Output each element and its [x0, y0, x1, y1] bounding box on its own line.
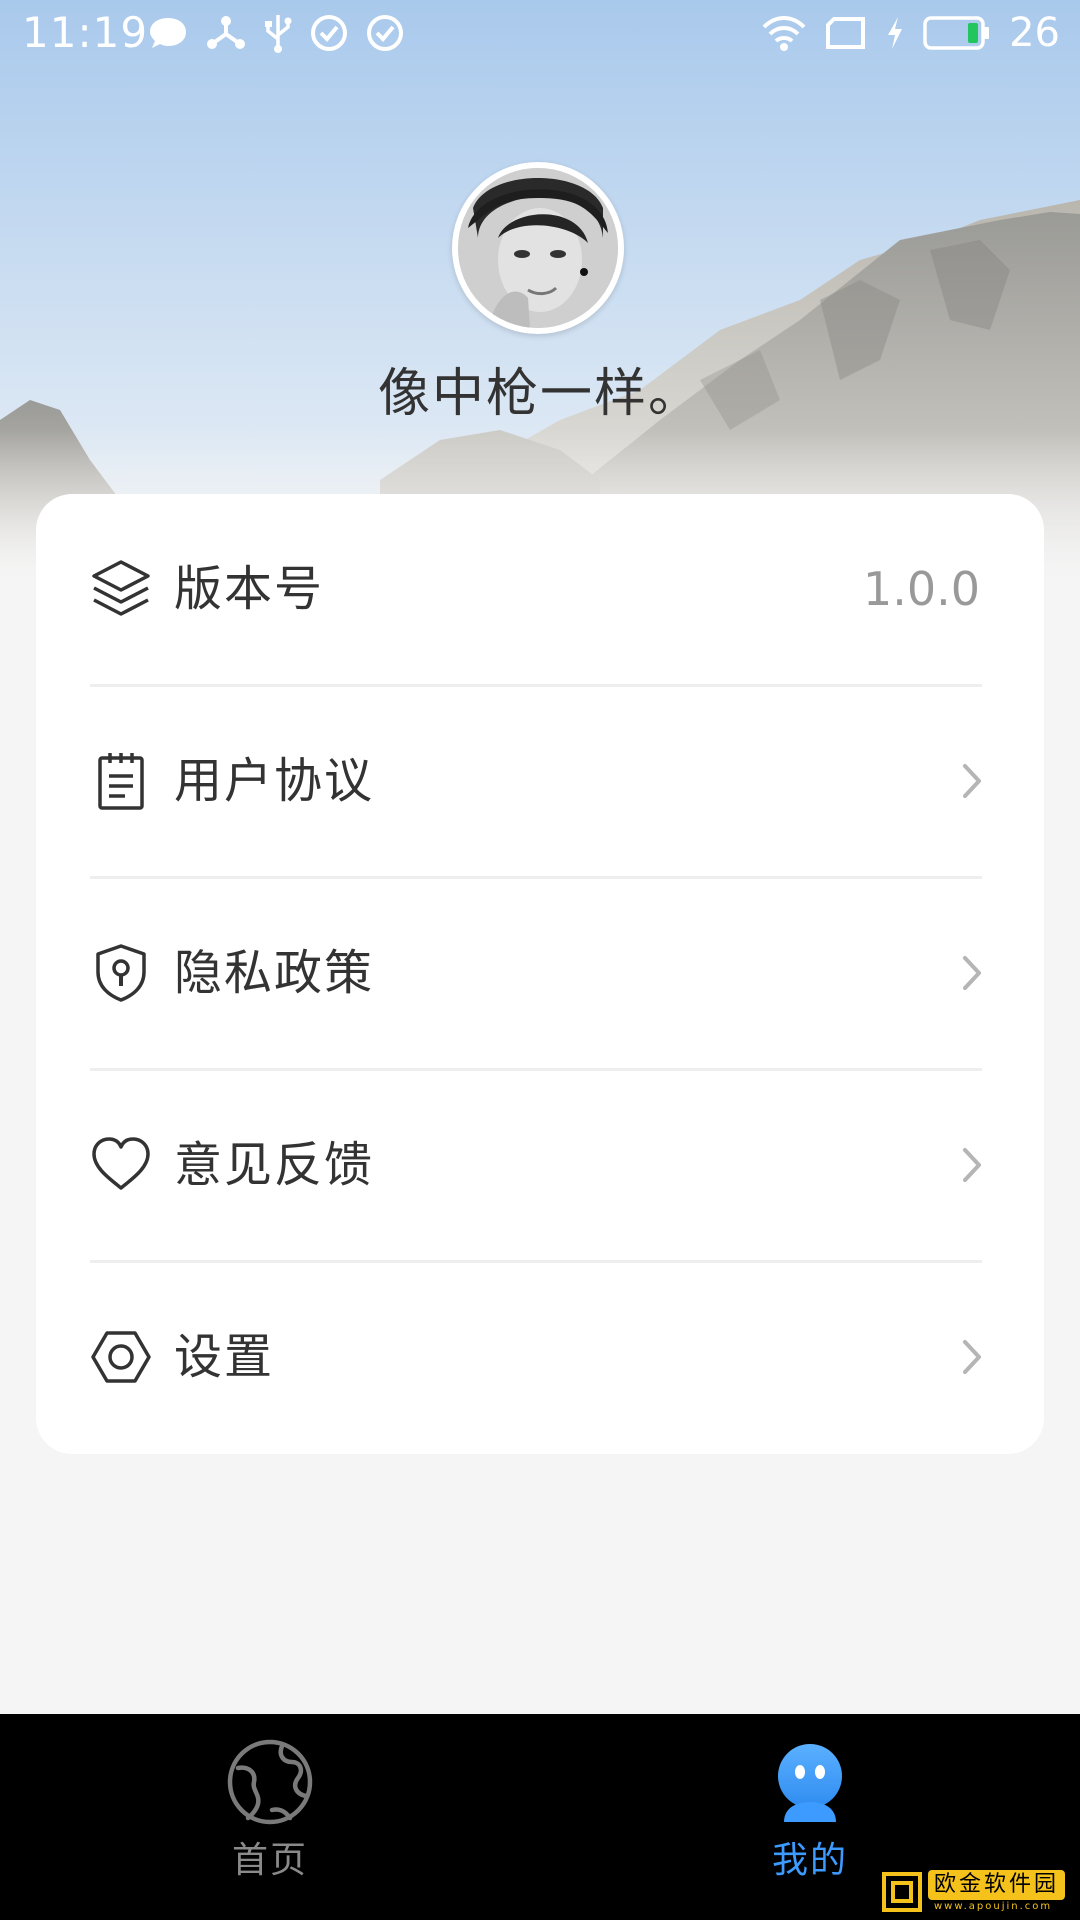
document-icon: [98, 753, 144, 810]
avatar-portrait-image: [458, 168, 618, 328]
watermark-text: 欧金软件园: [928, 1870, 1066, 1900]
version-value: 1.0.0: [862, 562, 980, 616]
shield-keyhole-icon: [96, 944, 146, 1002]
chevron-right-icon: [963, 1148, 981, 1182]
menu-item-privacy-policy[interactable]: 隐私政策: [36, 878, 1044, 1068]
wifi-icon: [762, 16, 806, 51]
status-notification-icons: [148, 12, 404, 54]
layers-icon: [92, 560, 150, 616]
sim-card-icon: [826, 17, 866, 49]
menu-item-label: 意见反馈: [174, 1137, 375, 1193]
status-bar: 11:19 26: [0, 0, 1080, 66]
check-circle-icon: [367, 15, 403, 51]
watermark-subtext: www.apoujin.com: [934, 1901, 1053, 1912]
chevron-right-icon: [963, 764, 981, 798]
battery-percent: 26: [1009, 10, 1060, 56]
settings-menu-card: 版本号 1.0.0 用户协议 隐私政策 意见反馈 设置: [36, 494, 1044, 1454]
watermark-logo: 欧金软件园 www.apoujin.com: [882, 1870, 1076, 1916]
chat-bubble-icon: [150, 18, 186, 48]
menu-item-version: 版本号 1.0.0: [36, 494, 1044, 684]
menu-item-label: 隐私政策: [174, 945, 375, 1001]
chevron-right-icon: [963, 1340, 981, 1374]
status-time: 11:19: [22, 8, 149, 57]
check-circle-icon: [311, 15, 347, 51]
battery-icon: [923, 16, 990, 50]
menu-item-label: 设置: [174, 1329, 275, 1385]
chevron-right-icon: [963, 956, 981, 990]
menu-item-settings[interactable]: 设置: [36, 1262, 1044, 1452]
menu-item-label: 用户协议: [174, 753, 375, 809]
charging-bolt-icon: [888, 17, 903, 49]
globe-icon: [227, 1739, 313, 1825]
username: 像中枪一样。: [377, 364, 702, 424]
menu-item-label: 版本号: [174, 561, 325, 617]
usb-icon: [265, 15, 292, 53]
tab-home[interactable]: 首页: [0, 1714, 540, 1920]
hexagon-settings-icon: [91, 1331, 151, 1383]
watermark-logo-icon: [882, 1872, 922, 1912]
heart-icon: [92, 1137, 150, 1190]
menu-item-feedback[interactable]: 意见反馈: [36, 1070, 1044, 1260]
status-system-icons: 26: [761, 10, 1060, 56]
tab-home-label: 首页: [231, 1840, 308, 1881]
share-network-icon: [207, 16, 245, 49]
menu-item-user-agreement[interactable]: 用户协议: [36, 686, 1044, 876]
user-avatar-icon: [778, 1744, 842, 1822]
avatar[interactable]: [452, 162, 624, 334]
